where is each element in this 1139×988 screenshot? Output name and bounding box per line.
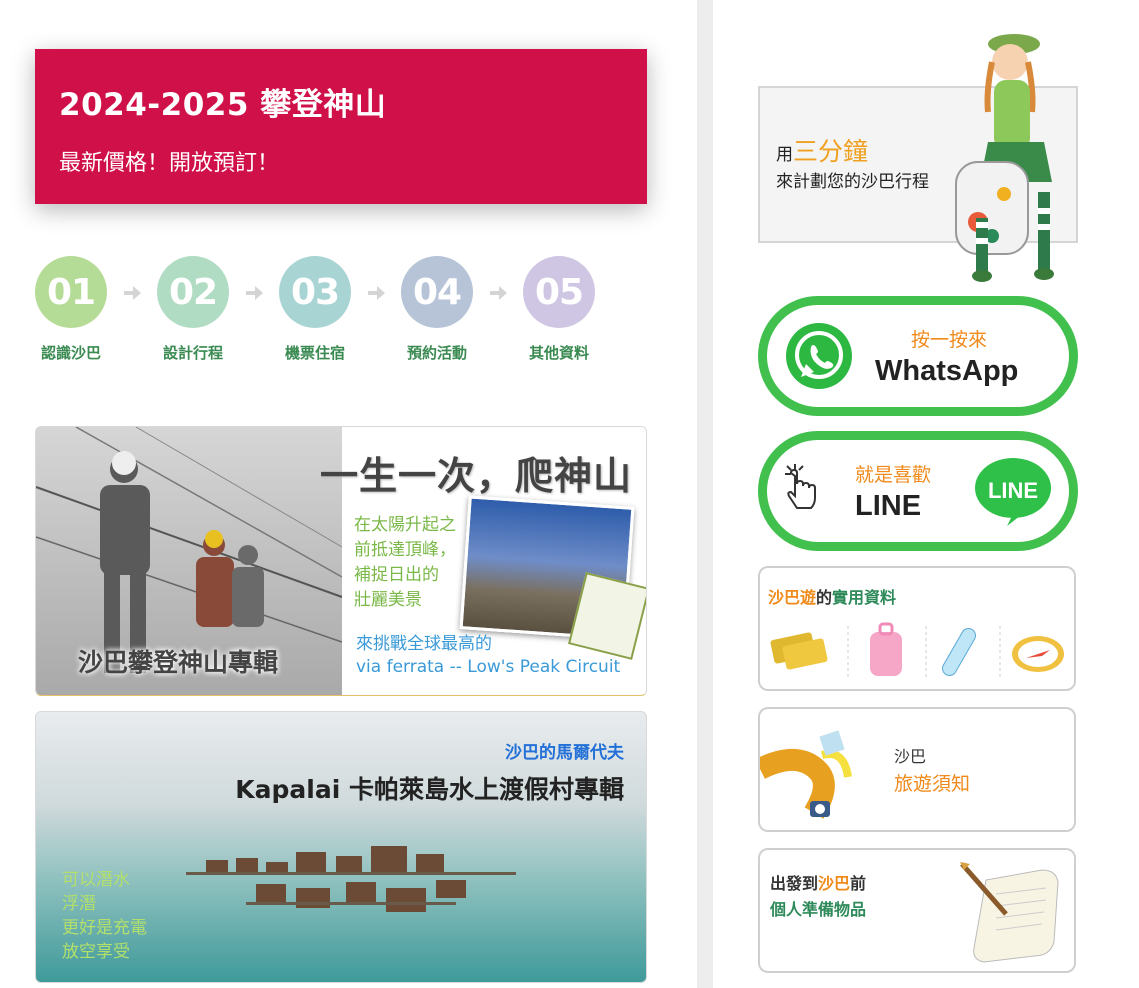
banner-kinabalu-caption: 沙巴攀登神山專輯 — [78, 648, 279, 677]
banner-kapalai[interactable]: 沙巴的馬爾代夫 Kapalai 卡帕萊島水上渡假村專輯 可以潛水 浮潛 更好是充… — [35, 711, 647, 983]
personal-prep-line2: 個人準備物品 — [770, 900, 867, 919]
step-5-label: 其他資料 — [528, 344, 589, 362]
girl-with-suitcase-illustration — [955, 34, 1054, 282]
text-line: 壯麗美景 — [354, 590, 422, 610]
step-1-circle: 01 — [35, 256, 107, 328]
tap-hand-icon — [785, 464, 816, 509]
banner-kapalai-tag: 沙巴的馬爾代夫 — [505, 743, 624, 763]
step-3[interactable]: 03 機票住宿 — [260, 256, 370, 363]
scroll-quill-illustration — [960, 862, 1059, 963]
plan-highlight: 三分鐘 — [793, 137, 869, 166]
step-3-label: 機票住宿 — [284, 344, 345, 362]
sidebar-gutter — [697, 0, 713, 988]
banner-kinabalu-challenge: 來挑戰全球最高的 via ferrata -- Low's Peak Circu… — [356, 633, 620, 679]
personal-prep-part3: 前 — [850, 874, 867, 893]
personal-prep-part1: 出發到 — [770, 874, 819, 893]
step-1-label: 認識沙巴 — [40, 344, 101, 362]
water-resort-image — [186, 846, 516, 912]
line-button[interactable]: 就是喜歡 LINE LINE — [758, 431, 1078, 551]
step-1[interactable]: 01 認識沙巴 — [16, 256, 126, 363]
practical-info-part3: 實用資料 — [832, 588, 897, 607]
whatsapp-icon — [786, 323, 852, 389]
step-2-circle: 02 — [157, 256, 229, 328]
text-line: 來挑戰全球最高的 — [356, 634, 492, 654]
practical-info-card[interactable]: 沙巴遊的實用資料 — [758, 566, 1076, 691]
text-line: via ferrata -- Low's Peak Circuit — [356, 657, 621, 677]
text-line: 放空享受 — [62, 942, 130, 962]
travel-notice-line1: 沙巴 — [894, 747, 927, 766]
text-line: 在太陽升起之 — [354, 515, 456, 535]
banner-kapalai-lines: 可以潛水 浮潛 更好是充電 放空享受 — [62, 868, 147, 964]
text-line: 浮潛 — [62, 894, 96, 914]
step-5-circle: 05 — [523, 256, 595, 328]
text-line: 補捉日出的 — [354, 565, 439, 585]
line-top-text: 就是喜歡 — [855, 464, 932, 486]
step-5[interactable]: 05 其他資料 — [504, 256, 614, 363]
whatsapp-button[interactable]: 按一按來 WhatsApp — [758, 296, 1078, 416]
step-4[interactable]: 04 預約活動 — [382, 256, 492, 363]
banner-kinabalu[interactable]: 一生一次，爬神山 在太陽升起之 前抵達頂峰， 補捉日出的 壯麗美景 來挑戰全球最… — [35, 426, 647, 696]
personal-prep-line1: 出發到沙巴前 — [770, 870, 866, 894]
text-line: 前抵達頂峰， — [354, 540, 456, 560]
step-2[interactable]: 02 設計行程 — [138, 256, 248, 363]
banner-kapalai-title: Kapalai 卡帕萊島水上渡假村專輯 — [235, 775, 624, 804]
travel-notice-card[interactable]: 沙巴 旅遊須知 — [758, 707, 1076, 832]
personal-prep-part2: 沙巴 — [818, 874, 851, 893]
banner-kinabalu-title: 一生一次，爬神山 — [319, 454, 632, 498]
step-4-circle: 04 — [401, 256, 473, 328]
travel-icons-strip — [770, 622, 1064, 678]
step-2-label: 設計行程 — [162, 344, 223, 362]
plan-trip-text: 用三分鐘 來計劃您的沙巴行程 — [776, 136, 929, 193]
personal-prep-card[interactable]: 出發到沙巴前 個人準備物品 — [758, 848, 1076, 973]
banner-kinabalu-lines: 在太陽升起之 前抵達頂峰， 補捉日出的 壯麗美景 — [354, 513, 456, 613]
backpacker-illustration — [760, 730, 852, 819]
practical-info-part1: 沙巴遊 — [768, 588, 817, 607]
text-line: 更好是充電 — [62, 918, 147, 938]
whatsapp-label: WhatsApp — [875, 355, 1019, 387]
practical-info-title: 沙巴遊的實用資料 — [768, 584, 896, 608]
promo-subtitle: 最新價格！開放預訂！ — [59, 151, 280, 176]
step-4-label: 預約活動 — [406, 344, 467, 362]
line-logo-text: LINE — [987, 478, 1039, 503]
text-line: 可以潛水 — [62, 870, 130, 890]
line-label: LINE — [855, 490, 922, 522]
promo-banner[interactable]: 2024-2025 攀登神山 最新價格！開放預訂！ — [35, 49, 647, 204]
step-3-circle: 03 — [279, 256, 351, 328]
travel-notice-line2: 旅遊須知 — [894, 773, 971, 795]
plan-prefix: 用 — [776, 145, 793, 165]
promo-title: 2024-2025 攀登神山 — [59, 87, 387, 123]
whatsapp-top-text: 按一按來 — [911, 329, 988, 351]
practical-info-part2: 的 — [816, 588, 833, 607]
plan-line2: 來計劃您的沙巴行程 — [776, 172, 929, 192]
